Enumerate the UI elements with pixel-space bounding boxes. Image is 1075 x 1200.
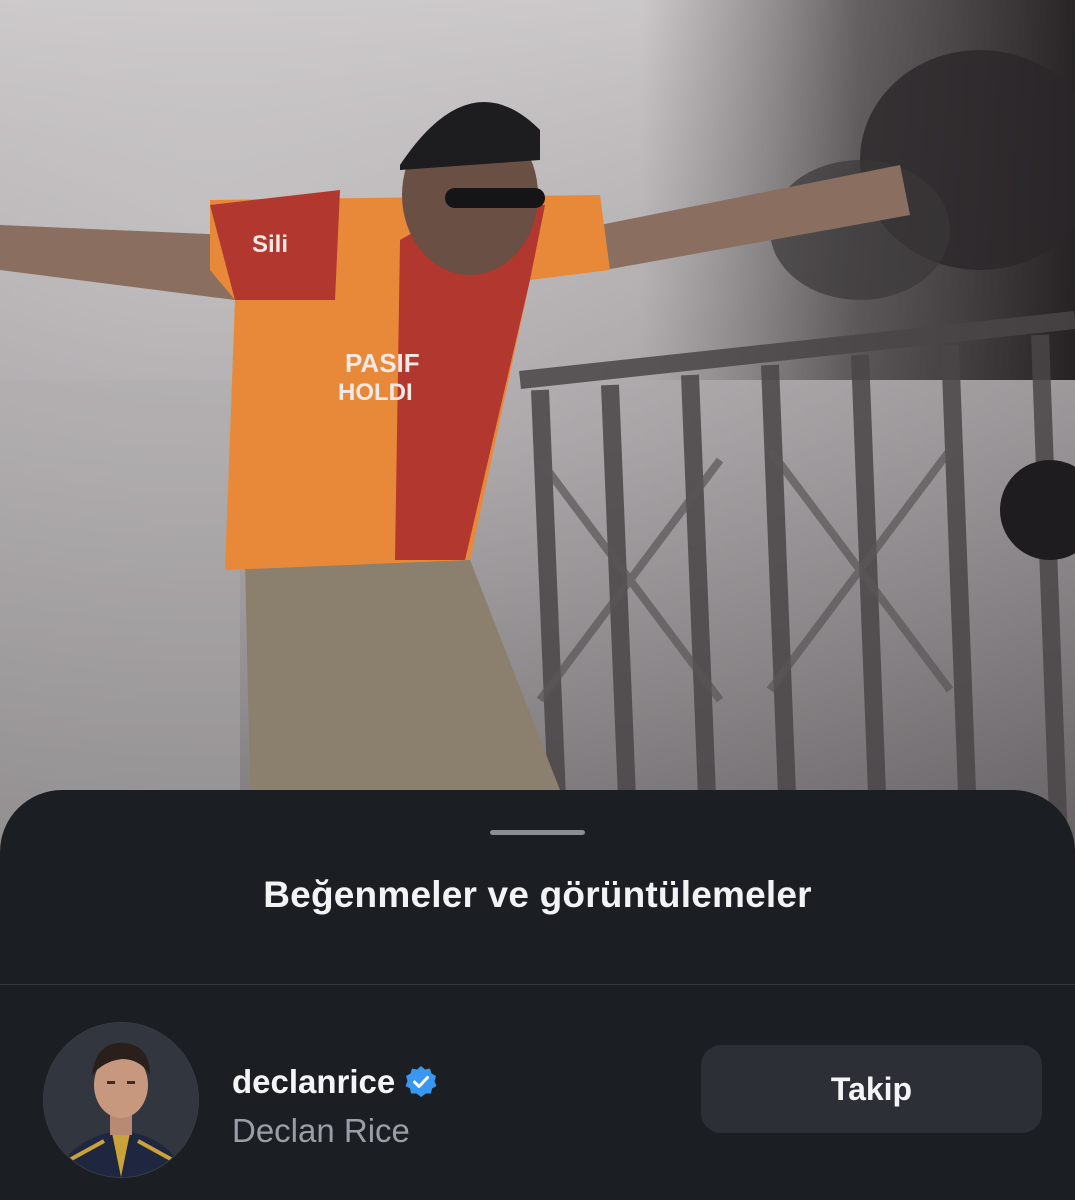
follow-button[interactable]: Takip	[701, 1045, 1042, 1133]
screen: PASIF HOLDI Sili Beğenmeler ve görüntüle…	[0, 0, 1075, 1200]
username-line: declanrice	[232, 1060, 438, 1104]
drag-handle-icon[interactable]	[490, 830, 585, 835]
background-photo: PASIF HOLDI Sili	[0, 0, 1075, 870]
jersey-text-2: HOLDI	[338, 379, 413, 406]
likes-and-views-sheet: Beğenmeler ve görüntülemeler declanrice …	[0, 790, 1075, 1200]
verified-badge-icon	[404, 1065, 438, 1099]
avatar[interactable]	[44, 1023, 198, 1177]
username[interactable]: declanrice	[232, 1063, 395, 1101]
sheet-title: Beğenmeler ve görüntülemeler	[263, 874, 812, 915]
full-name: Declan Rice	[232, 1112, 410, 1149]
user-list-item[interactable]: declanrice Declan Rice Takip	[0, 1020, 1075, 1180]
concert-photo: PASIF HOLDI Sili	[0, 0, 1075, 870]
divider	[0, 984, 1075, 985]
profile-photo	[44, 1023, 198, 1177]
jersey-text-1: PASIF	[345, 348, 420, 378]
sleeve-text: Sili	[252, 231, 288, 258]
